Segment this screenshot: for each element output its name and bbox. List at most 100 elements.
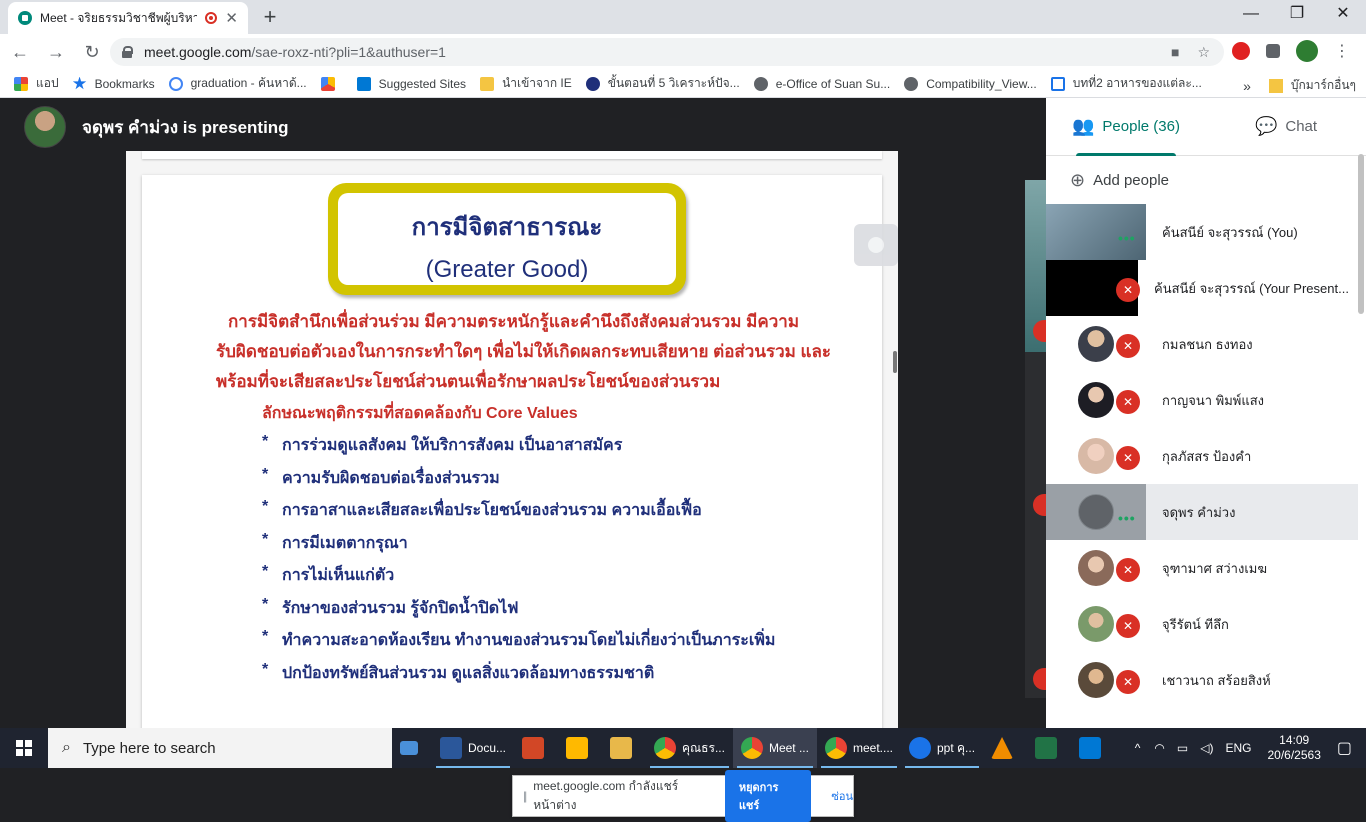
input-language[interactable]: ENG <box>1225 741 1251 755</box>
screen-share-notification: || meet.google.com กำลังแชร์หน้าต่าง หยุ… <box>512 770 854 822</box>
bookmark-compatibility[interactable]: Compatibility_View... <box>904 76 1037 91</box>
back-button[interactable]: ← <box>4 36 36 68</box>
taskbar-app-chrome-3[interactable]: meet.... <box>817 728 901 768</box>
bookmark-import-ie[interactable]: นำเข้าจาก IE <box>480 74 572 93</box>
extensions-puzzle-icon[interactable] <box>1266 44 1280 58</box>
participant-row[interactable]: ✕ จุฑามาศ สว่างเมฆ <box>1046 540 1358 596</box>
participant-row[interactable]: ✕ กุลภัสสร ป้องคำ <box>1046 428 1358 484</box>
previous-slide-edge <box>142 151 882 159</box>
slide-bullet-list: * การร่วมดูแลสังคม ให้บริการสังคม เป็นอาส… <box>262 433 775 693</box>
chrome-icon <box>654 737 677 759</box>
bookmark-pinwheel[interactable] <box>320 76 343 91</box>
taskbar-search[interactable]: ⌕ Type here to search <box>48 728 392 768</box>
slide-scrollbar[interactable] <box>893 351 897 373</box>
bookmark-eoffice[interactable]: e-Office of Suan Su... <box>753 76 890 91</box>
participant-row[interactable]: ••• จดุพร คำม่วง <box>1046 484 1358 540</box>
taskbar-app-word[interactable]: Docu... <box>432 728 514 768</box>
pinwheel-icon <box>320 76 335 91</box>
drag-handle-icon[interactable]: || <box>523 789 527 803</box>
taskbar-app-explorer[interactable] <box>602 728 646 768</box>
participant-row[interactable]: ✕ จุรีรัตน์ ทีลึก <box>1046 596 1358 652</box>
bullet-marker: * <box>262 660 269 678</box>
clock-time: 14:09 <box>1279 733 1310 747</box>
participant-row[interactable]: ✕ กาญจนา พิมพ์แสง <box>1046 372 1358 428</box>
reload-button[interactable]: ↻ <box>76 36 108 68</box>
tab-title: Meet - จริยธรรมวิชาชีพผู้บริหาร <box>40 10 198 25</box>
taskbar-app-vlc[interactable] <box>983 728 1027 768</box>
taskbar-app-mail[interactable] <box>1071 728 1115 768</box>
avatar <box>1078 382 1114 418</box>
app-label: Meet ... <box>768 741 809 755</box>
bookmark-suggested-sites[interactable]: Suggested Sites <box>356 76 466 91</box>
app-label: meet.... <box>852 741 893 755</box>
battery-icon[interactable]: ▭ <box>1177 741 1188 755</box>
other-bookmarks[interactable]: บุ๊กมาร์กอื่นๆ <box>1291 76 1356 95</box>
participant-thumb: ✕ <box>1046 540 1146 596</box>
vlc-icon <box>991 737 1014 759</box>
taskbar-app-powerpoint[interactable] <box>514 728 558 768</box>
tab-close-icon[interactable]: ✕ <box>225 9 238 27</box>
mic-off-icon: ✕ <box>1116 278 1140 302</box>
restore-button[interactable]: ❐ <box>1274 0 1320 30</box>
notifications-icon[interactable]: ▢ <box>1337 738 1352 758</box>
taskbar-app-chrome-1[interactable]: คุณธร... <box>646 728 733 768</box>
taskbar-app-excel[interactable] <box>1027 728 1071 768</box>
hide-share-bar-button[interactable]: ซ่อน <box>831 787 853 805</box>
taskbar-app-store[interactable] <box>558 728 602 768</box>
panel-scrollbar[interactable] <box>1358 154 1364 314</box>
participant-thumb: ✕ <box>1046 428 1146 484</box>
taskbar-app-chrome-meet[interactable]: Meet ... <box>732 728 817 768</box>
bookmark-step5[interactable]: ขั้นตอนที่ 5 วิเคราะห์ปัจ... <box>585 74 740 93</box>
system-tray: ^ ◠ ▭ ◁) ENG 14:09 20/6/2563 ▢ <box>1127 728 1366 768</box>
forward-button[interactable]: → <box>40 36 72 68</box>
network-icon[interactable]: ◠ <box>1154 741 1164 755</box>
address-bar[interactable]: meet.google.com/sae-roxz-nti?pli=1&authu… <box>110 38 1224 66</box>
bullet-item: * ทำความสะอาดห้องเรียน ทำงานของส่วนรวมโดย… <box>262 628 775 661</box>
slide-paragraph: การมีจิตสำนึกเพื่อส่วนร่วม มีความตระหนัก… <box>216 307 846 397</box>
chrome-icon <box>824 737 847 759</box>
bullet-marker: * <box>262 628 269 645</box>
bullet-marker: * <box>262 530 269 548</box>
bookmark-chapter2[interactable]: บทที่2 อาหารของแต่ละ... <box>1050 74 1202 93</box>
browser-tab-meet[interactable]: Meet - จริยธรรมวิชาชีพผู้บริหาร ✕ <box>8 2 248 34</box>
opera-extension-icon[interactable] <box>1232 42 1250 60</box>
bookmark-graduation[interactable]: graduation - ค้นหาด้... <box>168 74 307 93</box>
volume-icon[interactable]: ◁) <box>1200 741 1213 755</box>
stop-sharing-button[interactable]: หยุดการแชร์ <box>724 770 812 822</box>
participant-row[interactable]: ✕ เชาวนาถ สร้อยสิงห์ <box>1046 652 1358 708</box>
more-bookmarks-chevron-icon[interactable]: » <box>1243 78 1251 94</box>
chevron-up-icon[interactable]: ^ <box>1135 741 1141 755</box>
tab-people[interactable]: 👥 People (36) <box>1046 98 1206 156</box>
edge-icon <box>908 737 931 759</box>
minimize-button[interactable]: — <box>1228 0 1274 30</box>
mic-off-icon: ✕ <box>1116 614 1140 638</box>
bookmark-star-icon[interactable]: ☆ <box>1197 44 1210 61</box>
close-window-button[interactable]: ✕ <box>1320 0 1366 30</box>
add-people-button[interactable]: ⊕ Add people <box>1046 156 1366 204</box>
tab-chat[interactable]: 💬 Chat <box>1206 98 1366 155</box>
add-people-label: Add people <box>1093 171 1169 189</box>
participant-row[interactable]: ••• ค้นสนีย์ จะสุวรรณ์ (You) <box>1046 204 1358 260</box>
participant-row[interactable]: ✕ ค้นสนีย์ จะสุวรรณ์ (Your Present... <box>1046 260 1358 316</box>
new-tab-button[interactable]: + <box>258 5 282 29</box>
participant-row[interactable]: ✕ กมลชนก ธงทอง <box>1046 316 1358 372</box>
menu-kebab-icon[interactable]: ⋮ <box>1334 41 1350 61</box>
pin-tile-button[interactable] <box>854 224 898 266</box>
mail-icon <box>1079 737 1102 759</box>
bookmark-bookmarks[interactable]: Bookmarks <box>72 76 155 91</box>
camera-in-use-icon[interactable]: ■ <box>1171 44 1179 61</box>
bookmark-apps[interactable]: แอป <box>14 74 59 93</box>
taskbar-app-edge[interactable]: ppt คุ... <box>901 728 983 768</box>
clock[interactable]: 14:09 20/6/2563 <box>1267 733 1320 763</box>
task-view-icon <box>400 741 418 755</box>
powerpoint-icon <box>522 737 545 759</box>
profile-avatar[interactable] <box>1296 40 1318 62</box>
start-button[interactable] <box>0 728 48 768</box>
globe-icon <box>904 76 919 91</box>
search-icon: ⌕ <box>62 739 71 756</box>
task-view-button[interactable] <box>392 728 432 768</box>
participant-list: ••• ค้นสนีย์ จะสุวรรณ์ (You) ✕ ค้นสนีย์ … <box>1046 204 1358 708</box>
people-panel: 👥 People (36) 💬 Chat ⊕ Add people ••• ค้… <box>1046 98 1366 728</box>
mic-off-icon: ✕ <box>1116 670 1140 694</box>
participant-thumb: ✕ <box>1046 652 1146 708</box>
